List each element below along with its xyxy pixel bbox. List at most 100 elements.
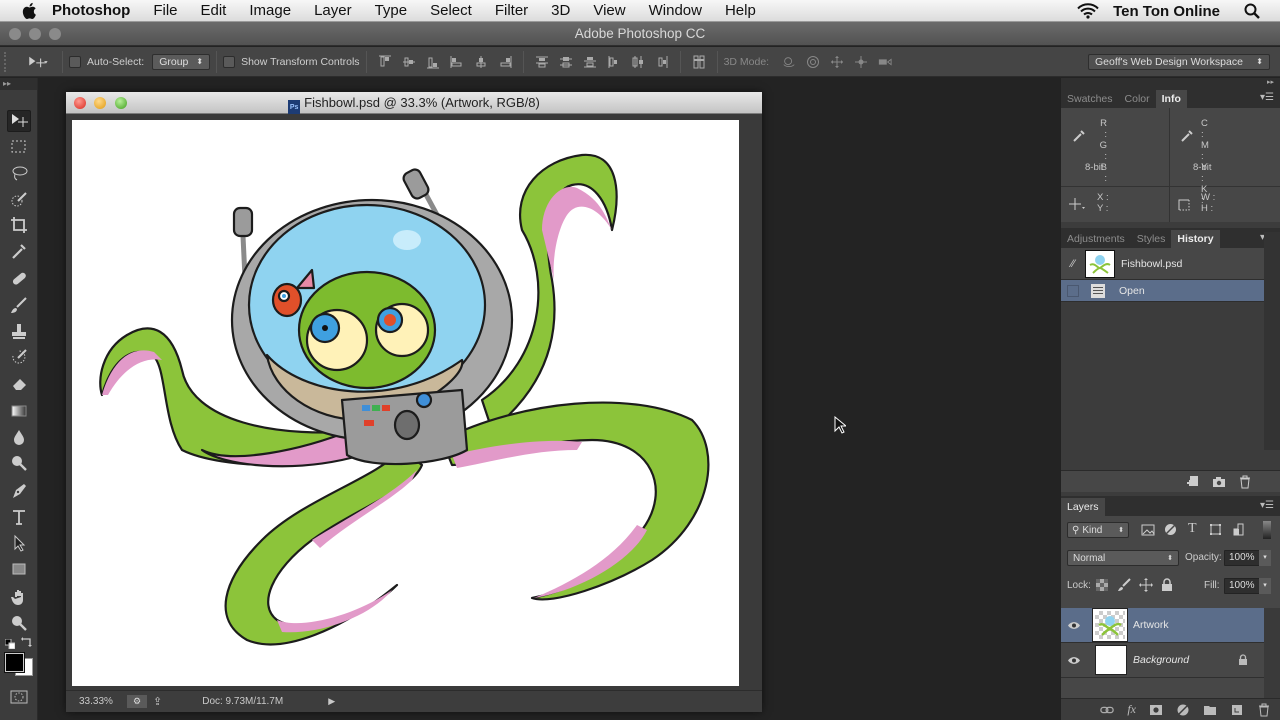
tool-move[interactable] [7, 110, 31, 132]
filter-toggle-switch[interactable] [1263, 521, 1271, 539]
align-vertical-centers-button[interactable] [399, 53, 419, 71]
distribute-left-edges-button[interactable] [604, 53, 624, 71]
document-zoom-button[interactable] [115, 97, 127, 109]
tool-crop[interactable] [7, 214, 31, 236]
tool-clone-stamp[interactable] [7, 320, 31, 342]
zoom-level[interactable]: 33.33% [79, 696, 127, 707]
distribute-right-edges-button[interactable] [652, 53, 672, 71]
share-icon[interactable]: ⇪ [153, 695, 162, 708]
layer-filter-kind-dropdown[interactable]: ⚲ Kind ⬍ [1067, 522, 1129, 538]
layer-row-background[interactable]: Background [1061, 643, 1264, 678]
lock-transparent-pixels-icon[interactable] [1096, 579, 1108, 591]
distribute-top-edges-button[interactable] [532, 53, 552, 71]
tool-quick-selection[interactable] [7, 188, 31, 210]
fill-slider-toggle[interactable]: ▾ [1259, 578, 1271, 594]
delete-state-trash-icon[interactable] [1238, 475, 1252, 489]
dock-collapse-button[interactable]: ▸▸ [1061, 78, 1280, 88]
opacity-slider-toggle[interactable]: ▾ [1259, 550, 1271, 566]
spotlight-search-icon[interactable] [1244, 3, 1260, 19]
eyedropper-icon[interactable] [1071, 128, 1087, 144]
wifi-icon[interactable] [1077, 3, 1099, 19]
tool-dodge[interactable] [7, 452, 31, 474]
align-horizontal-centers-button[interactable] [471, 53, 491, 71]
menu-help[interactable]: Help [725, 2, 756, 19]
history-scrollbar[interactable] [1264, 232, 1280, 450]
tool-lasso[interactable] [7, 162, 31, 184]
3d-roll-button[interactable] [803, 53, 823, 71]
layer-row-artwork[interactable]: Artwork [1061, 608, 1264, 643]
history-brush-source-icon[interactable]: ⁄⁄ [1061, 258, 1085, 270]
layer-name[interactable]: Background [1133, 654, 1189, 666]
quick-mask-button[interactable] [10, 690, 28, 704]
tab-history[interactable]: History [1171, 230, 1220, 248]
tool-history-brush[interactable] [7, 346, 31, 368]
layer-visibility-eye-icon[interactable] [1061, 621, 1087, 630]
tool-type[interactable] [7, 506, 31, 528]
tab-info[interactable]: Info [1155, 90, 1187, 108]
align-left-edges-button[interactable] [447, 53, 467, 71]
tool-hand[interactable] [7, 586, 31, 608]
crosshair-icon[interactable] [1068, 196, 1086, 212]
default-colors-button[interactable] [4, 636, 16, 650]
swap-colors-button[interactable] [21, 635, 33, 647]
add-layer-mask-icon[interactable] [1149, 703, 1163, 717]
tab-color[interactable]: Color [1119, 90, 1156, 108]
menu-edit[interactable]: Edit [201, 2, 227, 19]
document-title-bar[interactable]: Ps Fishbowl.psd @ 33.3% (Artwork, RGB/8) [66, 92, 762, 114]
menu-select[interactable]: Select [430, 2, 472, 19]
status-menu-arrow-icon[interactable]: ▶ [328, 696, 335, 707]
foreground-color-swatch[interactable] [4, 652, 25, 673]
tool-gradient[interactable] [7, 400, 31, 422]
tab-styles[interactable]: Styles [1131, 230, 1172, 248]
history-brush-source-checkbox[interactable] [1067, 284, 1079, 297]
new-document-from-state-icon[interactable] [1186, 475, 1200, 489]
tool-brush[interactable] [7, 294, 31, 316]
history-snapshot[interactable]: ⁄⁄ Fishbowl.psd [1061, 248, 1264, 280]
eyedropper-cmyk-icon[interactable] [1179, 128, 1195, 144]
tool-spot-healing[interactable] [7, 268, 31, 290]
menu-filter[interactable]: Filter [495, 2, 528, 19]
layer-visibility-eye-icon[interactable] [1061, 656, 1087, 665]
panel-menu-icon[interactable]: ▾☰ [1260, 92, 1274, 103]
3d-scale-button[interactable] [875, 53, 895, 71]
tool-rectangle[interactable] [7, 558, 31, 580]
align-top-edges-button[interactable] [375, 53, 395, 71]
document-close-button[interactable] [74, 97, 86, 109]
distribute-horizontal-centers-button[interactable] [628, 53, 648, 71]
status-options-button[interactable]: ⚙ [127, 695, 147, 708]
tab-adjustments[interactable]: Adjustments [1061, 230, 1131, 248]
tool-eyedropper[interactable] [7, 240, 31, 262]
tools-panel-collapse[interactable]: ▸▸ [0, 78, 37, 90]
menu-file[interactable]: File [153, 2, 177, 19]
distribute-vertical-centers-button[interactable] [556, 53, 576, 71]
history-state-open[interactable]: Open [1061, 280, 1264, 302]
3d-pan-button[interactable] [827, 53, 847, 71]
blend-mode-dropdown[interactable]: Normal ⬍ [1067, 550, 1179, 566]
add-layer-style-fx-icon[interactable]: fx [1127, 702, 1136, 717]
link-layers-icon[interactable] [1100, 703, 1115, 717]
lock-all-padlock-icon[interactable] [1161, 578, 1173, 592]
new-adjustment-layer-icon[interactable] [1176, 703, 1190, 717]
distribute-bottom-edges-button[interactable] [580, 53, 600, 71]
window-minimize-button[interactable] [29, 28, 41, 40]
tool-blur[interactable] [7, 426, 31, 448]
filter-smart-objects-icon[interactable] [1233, 523, 1245, 536]
3d-orbit-button[interactable] [779, 53, 799, 71]
3d-slide-button[interactable] [851, 53, 871, 71]
filter-shape-layers-icon[interactable] [1209, 523, 1222, 536]
align-bottom-edges-button[interactable] [423, 53, 443, 71]
workspace-switcher[interactable]: Geoff's Web Design Workspace ⬍ [1088, 53, 1270, 70]
new-group-folder-icon[interactable] [1203, 703, 1217, 717]
tool-rectangular-marquee[interactable] [7, 136, 31, 158]
window-close-button[interactable] [9, 28, 21, 40]
document-minimize-button[interactable] [94, 97, 106, 109]
options-bar-grip[interactable] [4, 51, 12, 72]
window-zoom-button[interactable] [49, 28, 61, 40]
filter-type-layers-icon[interactable]: T [1188, 521, 1197, 537]
lock-position-move-icon[interactable] [1139, 578, 1153, 592]
tab-layers[interactable]: Layers [1061, 498, 1105, 516]
tool-preset-picker[interactable] [22, 53, 54, 71]
tool-eraser[interactable] [7, 372, 31, 394]
panel-menu-icon[interactable]: ▾☰ [1260, 500, 1274, 511]
layer-name[interactable]: Artwork [1133, 619, 1169, 631]
